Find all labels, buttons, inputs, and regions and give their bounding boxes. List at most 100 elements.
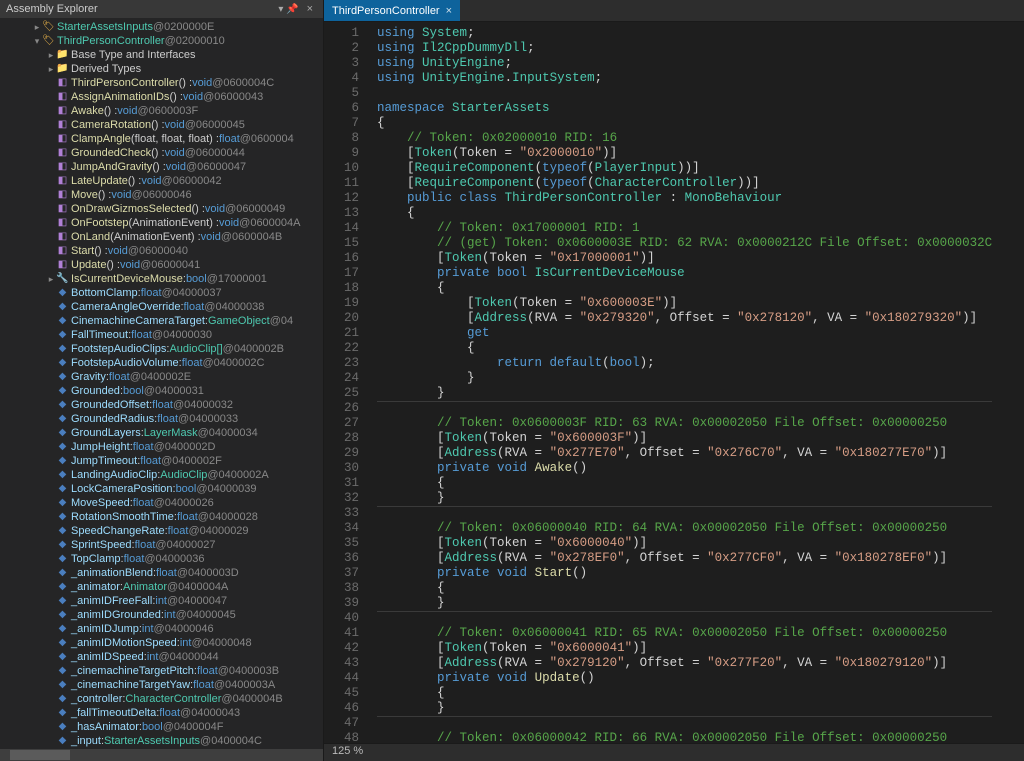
tree-member-LateUpdate[interactable]: ◧LateUpdate() : void @06000042 <box>0 174 323 188</box>
tree-folder[interactable]: ▸📁Base Type and Interfaces <box>0 48 323 62</box>
field-icon: ◆ <box>56 594 69 608</box>
field-icon: ◆ <box>56 664 69 678</box>
field-icon: ◆ <box>56 706 69 720</box>
tree-member-OnDrawGizmosSelected[interactable]: ◧OnDrawGizmosSelected() : void @06000049 <box>0 202 323 216</box>
tree-class-StarterAssetsInputs[interactable]: ▸🏷StarterAssetsInputs @0200000E <box>0 20 323 34</box>
tree-member-GroundLayers[interactable]: ◆GroundLayers : LayerMask @04000034 <box>0 426 323 440</box>
method-icon: ◧ <box>56 244 69 258</box>
tree-member-MoveSpeed[interactable]: ◆MoveSpeed : float @04000026 <box>0 496 323 510</box>
tree-member-SpeedChangeRate[interactable]: ◆SpeedChangeRate : float @04000029 <box>0 524 323 538</box>
tree-member-RotationSmoothTime[interactable]: ◆RotationSmoothTime : float @04000028 <box>0 510 323 524</box>
tree-member-GroundedRadius[interactable]: ◆GroundedRadius : float @04000033 <box>0 412 323 426</box>
field-icon: ◆ <box>56 356 69 370</box>
method-icon: ◧ <box>56 216 69 230</box>
tab-close-icon[interactable]: × <box>446 5 452 17</box>
editor-tab[interactable]: ThirdPersonController × <box>324 0 460 21</box>
tree-member-ThirdPersonController[interactable]: ◧ThirdPersonController() : void @0600004… <box>0 76 323 90</box>
tree-member-CameraRotation[interactable]: ◧CameraRotation() : void @06000045 <box>0 118 323 132</box>
tree-member-Awake[interactable]: ◧Awake() : void @0600003F <box>0 104 323 118</box>
tree-member-LandingAudioClip[interactable]: ◆LandingAudioClip : AudioClip @0400002A <box>0 468 323 482</box>
field-icon: ◆ <box>56 314 69 328</box>
tree-member-FootstepAudioVolume[interactable]: ◆FootstepAudioVolume : float @0400002C <box>0 356 323 370</box>
tree-member-Start[interactable]: ◧Start() : void @06000040 <box>0 244 323 258</box>
tree-member-Grounded[interactable]: ◆Grounded : bool @04000031 <box>0 384 323 398</box>
horizontal-scrollbar[interactable] <box>0 749 323 761</box>
tree-member-Update[interactable]: ◧Update() : void @06000041 <box>0 258 323 272</box>
field-icon: ◆ <box>56 398 69 412</box>
tree-member-_cinemachineTargetPitch[interactable]: ◆_cinemachineTargetPitch : float @040000… <box>0 664 323 678</box>
tree-member-GroundedOffset[interactable]: ◆GroundedOffset : float @04000032 <box>0 398 323 412</box>
field-icon: ◆ <box>56 692 69 706</box>
tree-member-IsCurrentDeviceMouse[interactable]: ▸🔧IsCurrentDeviceMouse : bool @17000001 <box>0 272 323 286</box>
field-icon: ◆ <box>56 300 69 314</box>
method-icon: ◧ <box>56 188 69 202</box>
field-icon: ◆ <box>56 566 69 580</box>
method-icon: ◧ <box>56 132 69 146</box>
method-icon: ◧ <box>56 230 69 244</box>
editor-tabbar: ThirdPersonController × <box>324 0 1024 22</box>
tree-member-SprintSpeed[interactable]: ◆SprintSpeed : float @04000027 <box>0 538 323 552</box>
prop-icon: 🔧 <box>56 272 69 286</box>
tree-member-Move[interactable]: ◧Move() : void @06000046 <box>0 188 323 202</box>
status-bar: 125 % <box>324 743 1024 761</box>
tree-member-_input[interactable]: ◆_input : StarterAssetsInputs @0400004C <box>0 734 323 748</box>
method-icon: ◧ <box>56 202 69 216</box>
tree-folder[interactable]: ▸📁Derived Types <box>0 62 323 76</box>
field-icon: ◆ <box>56 580 69 594</box>
tree-member-JumpAndGravity[interactable]: ◧JumpAndGravity() : void @06000047 <box>0 160 323 174</box>
method-icon: ◧ <box>56 104 69 118</box>
tree-member-_hasAnimator[interactable]: ◆_hasAnimator : bool @0400004F <box>0 720 323 734</box>
field-icon: ◆ <box>56 440 69 454</box>
tree-member-FallTimeout[interactable]: ◆FallTimeout : float @04000030 <box>0 328 323 342</box>
tree-member-_animator[interactable]: ◆_animator : Animator @0400004A <box>0 580 323 594</box>
tree-member-_controller[interactable]: ◆_controller : CharacterController @0400… <box>0 692 323 706</box>
tab-label: ThirdPersonController <box>332 5 440 17</box>
class-icon: 🏷 <box>42 20 55 34</box>
tree-member-AssignAnimationIDs[interactable]: ◧AssignAnimationIDs() : void @06000043 <box>0 90 323 104</box>
tree-member-BottomClamp[interactable]: ◆BottomClamp : float @04000037 <box>0 286 323 300</box>
field-icon: ◆ <box>56 538 69 552</box>
field-icon: ◆ <box>56 510 69 524</box>
tree-member-_animIDMotionSpeed[interactable]: ◆_animIDMotionSpeed : int @04000048 <box>0 636 323 650</box>
zoom-level[interactable]: 125 % <box>332 745 363 757</box>
folder-icon: 📁 <box>56 48 69 62</box>
method-icon: ◧ <box>56 118 69 132</box>
method-icon: ◧ <box>56 76 69 90</box>
tree-member-OnLand[interactable]: ◧OnLand(AnimationEvent) : void @0600004B <box>0 230 323 244</box>
assembly-explorer-header: Assembly Explorer ▾ 📌 × <box>0 0 323 18</box>
tree-member-_animIDFreeFall[interactable]: ◆_animIDFreeFall : int @04000047 <box>0 594 323 608</box>
tree-class-ThirdPersonController[interactable]: ▾🏷ThirdPersonController @02000010 <box>0 34 323 48</box>
tree-member-ClampAngle[interactable]: ◧ClampAngle(float, float, float) : float… <box>0 132 323 146</box>
tree-member-_animIDSpeed[interactable]: ◆_animIDSpeed : int @04000044 <box>0 650 323 664</box>
field-icon: ◆ <box>56 636 69 650</box>
tree-member-CinemachineCameraTarget[interactable]: ◆CinemachineCameraTarget : GameObject @0… <box>0 314 323 328</box>
pin-icon[interactable]: ▾ 📌 <box>274 4 302 15</box>
field-icon: ◆ <box>56 608 69 622</box>
tree-member-GroundedCheck[interactable]: ◧GroundedCheck() : void @06000044 <box>0 146 323 160</box>
tree-member-LockCameraPosition[interactable]: ◆LockCameraPosition : bool @04000039 <box>0 482 323 496</box>
tree-member-CameraAngleOverride[interactable]: ◆CameraAngleOverride : float @04000038 <box>0 300 323 314</box>
tree-member-JumpHeight[interactable]: ◆JumpHeight : float @0400002D <box>0 440 323 454</box>
code-content[interactable]: using System;using Il2CppDummyDll;using … <box>369 22 992 743</box>
field-icon: ◆ <box>56 286 69 300</box>
method-icon: ◧ <box>56 160 69 174</box>
assembly-explorer-panel: Assembly Explorer ▾ 📌 × ▸🏷StarterAssetsI… <box>0 0 324 761</box>
field-icon: ◆ <box>56 370 69 384</box>
tree-member-_animIDJump[interactable]: ◆_animIDJump : int @04000046 <box>0 622 323 636</box>
code-area[interactable]: 1234567891011121314151617181920212223242… <box>324 22 1024 743</box>
field-icon: ◆ <box>56 328 69 342</box>
tree-member-TopClamp[interactable]: ◆TopClamp : float @04000036 <box>0 552 323 566</box>
close-icon[interactable]: × <box>303 3 317 15</box>
tree-member-_cinemachineTargetYaw[interactable]: ◆_cinemachineTargetYaw : float @0400003A <box>0 678 323 692</box>
tree-member-Gravity[interactable]: ◆Gravity : float @0400002E <box>0 370 323 384</box>
field-icon: ◆ <box>56 482 69 496</box>
field-icon: ◆ <box>56 426 69 440</box>
tree-member-OnFootstep[interactable]: ◧OnFootstep(AnimationEvent) : void @0600… <box>0 216 323 230</box>
tree-member-_animIDGrounded[interactable]: ◆_animIDGrounded : int @04000045 <box>0 608 323 622</box>
tree-member-_fallTimeoutDelta[interactable]: ◆_fallTimeoutDelta : float @04000043 <box>0 706 323 720</box>
tree-member-JumpTimeout[interactable]: ◆JumpTimeout : float @0400002F <box>0 454 323 468</box>
tree-member-_animationBlend[interactable]: ◆_animationBlend : float @0400003D <box>0 566 323 580</box>
assembly-tree[interactable]: ▸🏷StarterAssetsInputs @0200000E▾🏷ThirdPe… <box>0 18 323 749</box>
field-icon: ◆ <box>56 384 69 398</box>
tree-member-FootstepAudioClips[interactable]: ◆FootstepAudioClips : AudioClip[] @04000… <box>0 342 323 356</box>
